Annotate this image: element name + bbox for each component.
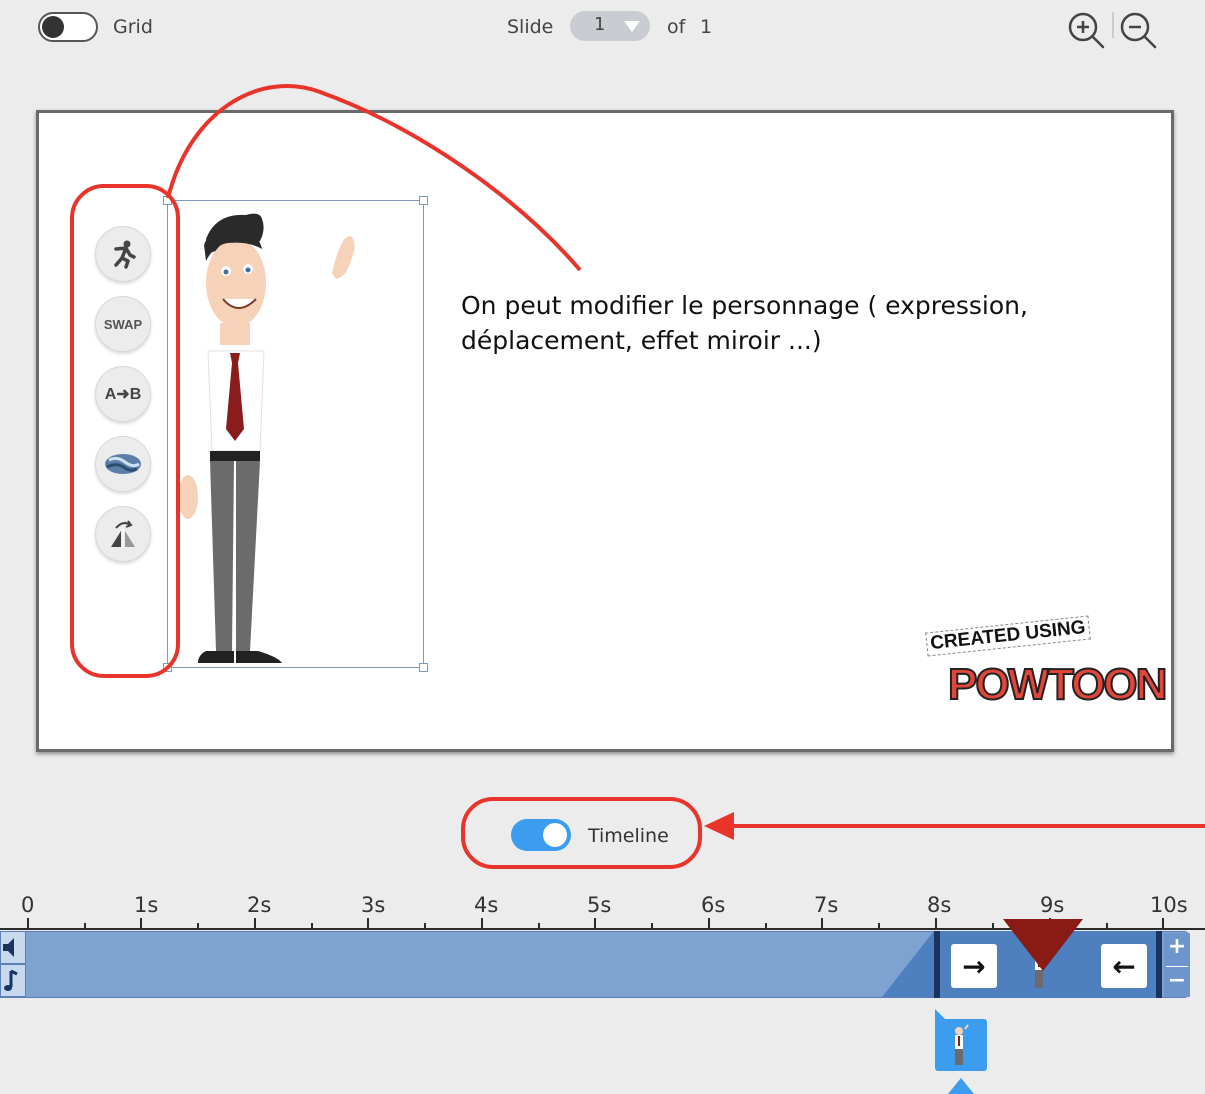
ruler-tick: [140, 918, 142, 929]
ruler-tick: [538, 923, 540, 929]
businessman-character[interactable]: [168, 201, 425, 669]
exit-animation-button[interactable]: ←: [1101, 944, 1147, 988]
timeline-toggle[interactable]: [511, 819, 571, 851]
ruler-tick: [84, 923, 86, 929]
color-button[interactable]: [95, 436, 151, 492]
ruler-tick: [27, 918, 29, 929]
timeline-zoom-in-button[interactable]: +: [1166, 933, 1188, 961]
ruler-tick: [197, 923, 199, 929]
arrow-right-icon: →: [962, 949, 986, 983]
character-thumbnail[interactable]: [935, 1019, 987, 1071]
ruler-label: 1s: [134, 893, 159, 917]
swap-icon: SWAP: [103, 316, 143, 332]
annotation-text: On peut modifier le personnage ( express…: [461, 291, 1028, 355]
slide-label: Slide: [507, 16, 554, 38]
slide-select-value: 1: [594, 14, 606, 35]
action-icon: [114, 240, 136, 269]
slide-select[interactable]: 1: [570, 11, 650, 41]
ruler-label: 2s: [247, 893, 272, 917]
grid-toggle[interactable]: [38, 12, 98, 42]
playhead[interactable]: [1003, 919, 1083, 971]
ruler-tick: [878, 923, 880, 929]
resize-handle[interactable]: [163, 663, 172, 672]
ruler-tick: [992, 923, 994, 929]
ruler-tick: [367, 918, 369, 929]
character-thumbnail-image: [955, 1024, 969, 1065]
ruler-label: 7s: [814, 893, 839, 917]
total-slides: 1: [700, 16, 713, 38]
ruler-tick: [1162, 918, 1164, 929]
chevron-down-icon: [624, 21, 640, 32]
ruler-tick: [935, 918, 937, 929]
ruler-tick: [1106, 923, 1108, 929]
zoom-out-icon[interactable]: [1118, 10, 1158, 50]
color-icon: [105, 454, 141, 474]
resize-handle[interactable]: [419, 196, 428, 205]
powtoon-logo: POWTOON: [947, 659, 1168, 710]
thumbnail-caret: [948, 1078, 974, 1094]
ruler-label: 8s: [927, 893, 952, 917]
ruler-label: 3s: [361, 893, 386, 917]
music-note-icon[interactable]: [0, 964, 26, 997]
grid-label: Grid: [113, 16, 153, 38]
a-to-b-button[interactable]: A➜B: [95, 366, 151, 422]
ruler-label: 6s: [701, 893, 726, 917]
ruler-tick: [481, 918, 483, 929]
flip-button[interactable]: [95, 506, 151, 562]
timeline-zoom-out-button[interactable]: −: [1166, 966, 1188, 995]
ruler-tick: [708, 918, 710, 929]
a-to-b-icon: A➜B: [104, 386, 142, 403]
ruler-tick: [821, 918, 823, 929]
swap-button[interactable]: SWAP: [95, 296, 151, 352]
toggle-knob: [42, 16, 64, 38]
timeline-label: Timeline: [588, 825, 669, 847]
ruler-tick: [311, 923, 313, 929]
transition-ramp: [882, 931, 934, 997]
arrow-left-icon: ←: [1112, 949, 1136, 983]
of-label: of: [667, 16, 686, 38]
ruler-label: 5s: [587, 893, 612, 917]
ruler-tick: [254, 918, 256, 929]
ruler-label: 0: [21, 893, 35, 917]
ruler-tick: [424, 923, 426, 929]
enter-animation-button[interactable]: →: [951, 944, 997, 988]
ruler-tick: [651, 923, 653, 929]
character-selection-box[interactable]: [167, 200, 424, 668]
resize-handle[interactable]: [163, 196, 172, 205]
toggle-knob: [543, 823, 567, 847]
speaker-icon[interactable]: [0, 931, 26, 964]
annotation-arrow-head: [704, 812, 734, 840]
ruler-label: 4s: [474, 893, 499, 917]
flip-icon: [111, 520, 135, 548]
resize-handle[interactable]: [419, 663, 428, 672]
ruler-tick: [594, 918, 596, 929]
zoom-in-icon[interactable]: [1066, 10, 1106, 50]
ruler-tick: [765, 923, 767, 929]
divider: [1112, 12, 1114, 38]
ruler-label: 9s: [1040, 893, 1065, 917]
ruler-label: 10s: [1150, 893, 1188, 917]
action-button[interactable]: [95, 226, 151, 282]
